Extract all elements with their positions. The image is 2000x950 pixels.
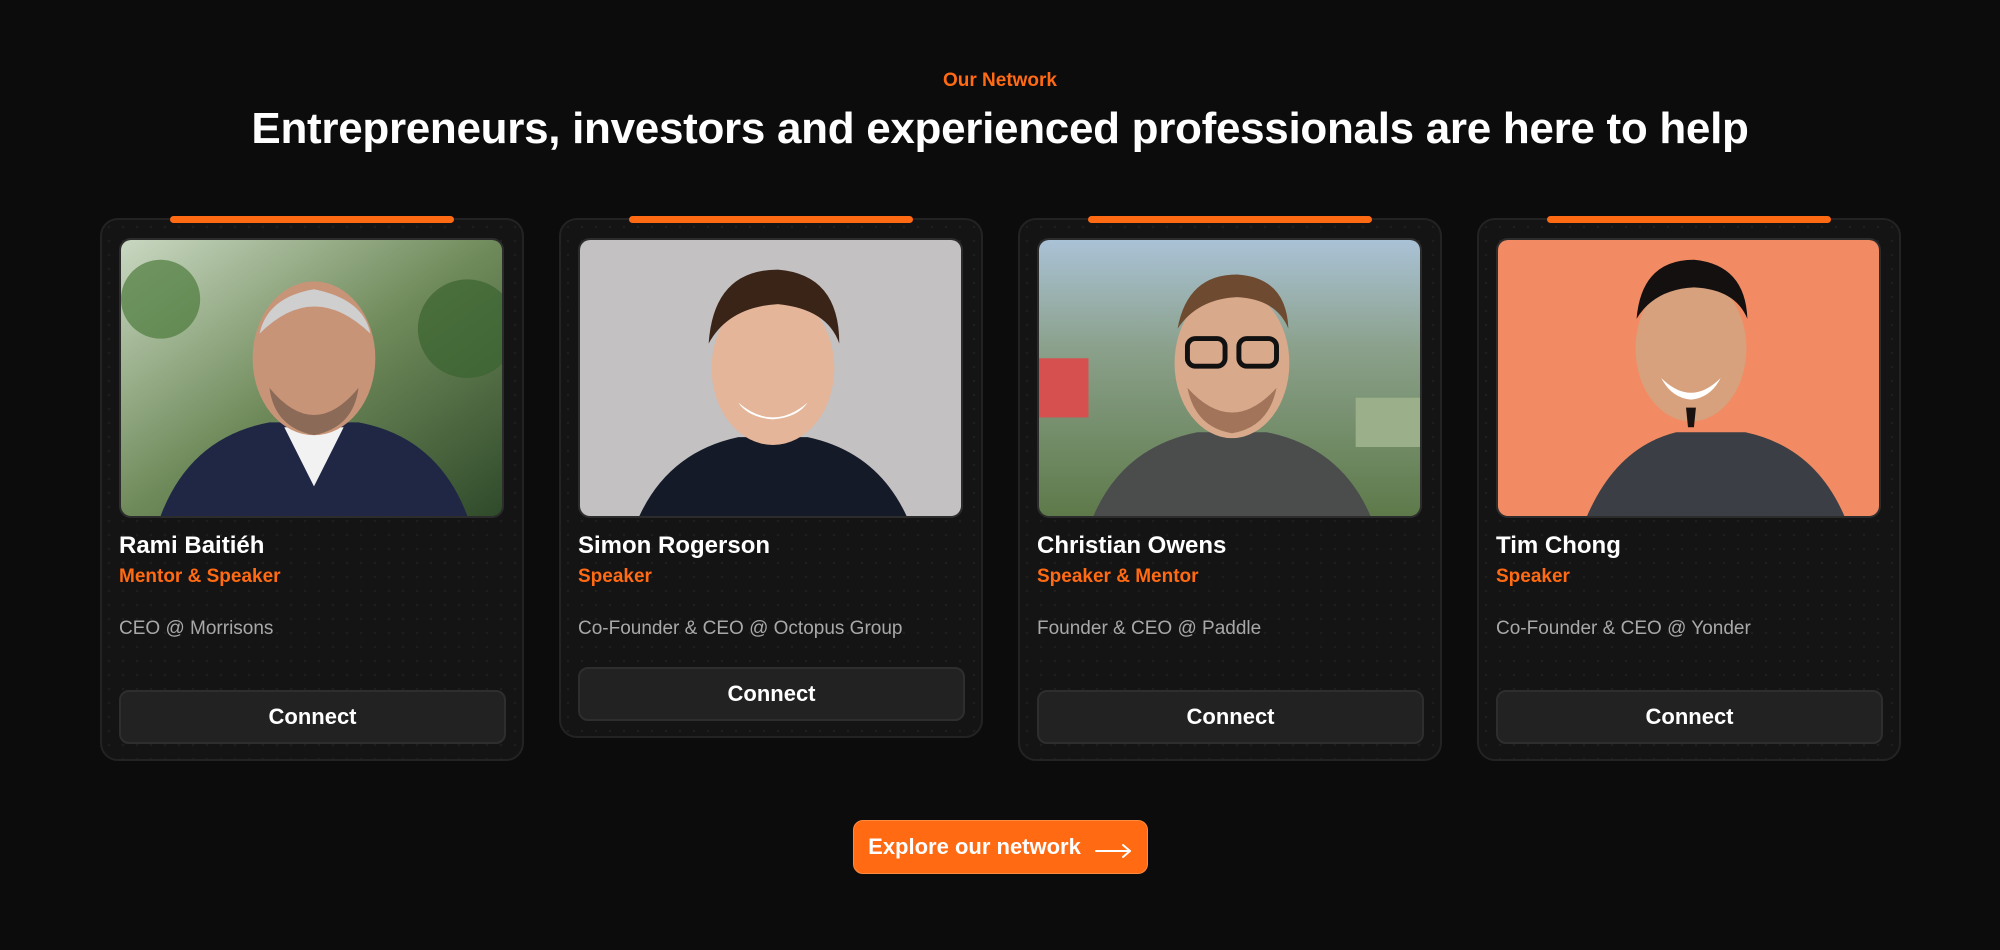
profile-role: Speaker — [578, 566, 652, 587]
profile-photo — [578, 238, 963, 518]
profile-card: Rami Baitiéh Mentor & Speaker CEO @ Morr… — [100, 216, 524, 761]
connect-button[interactable]: Connect — [119, 690, 506, 744]
profile-card: Christian Owens Speaker & Mentor Founder… — [1018, 216, 1442, 761]
network-section: Our Network Entrepreneurs, investors and… — [0, 0, 2000, 950]
profile-company: Co-Founder & CEO @ Octopus Group — [578, 618, 903, 639]
profile-company: CEO @ Morrisons — [119, 618, 274, 639]
profile-name: Simon Rogerson — [578, 532, 771, 559]
explore-network-label: Explore our network — [868, 834, 1081, 859]
profile-photo — [1496, 238, 1881, 518]
profile-card: Simon Rogerson Speaker Co-Founder & CEO … — [559, 216, 983, 738]
profile-photo — [119, 238, 504, 518]
profile-name: Rami Baitiéh — [119, 532, 265, 559]
arrow-right-icon — [1094, 839, 1133, 858]
profile-company: Founder & CEO @ Paddle — [1037, 618, 1262, 639]
card-accent-bar — [1088, 216, 1372, 223]
card-accent-bar — [1547, 216, 1831, 223]
profile-role: Mentor & Speaker — [119, 566, 281, 587]
connect-button[interactable]: Connect — [1496, 690, 1883, 744]
profile-role: Speaker & Mentor — [1037, 566, 1199, 587]
card-accent-bar — [629, 216, 913, 223]
profile-role: Speaker — [1496, 566, 1570, 587]
card-accent-bar — [170, 216, 454, 223]
profile-name: Christian Owens — [1037, 532, 1227, 559]
profile-photo — [1037, 238, 1422, 518]
connect-button[interactable]: Connect — [578, 667, 965, 721]
section-eyebrow: Our Network — [942, 70, 1058, 91]
connect-button[interactable]: Connect — [1037, 690, 1424, 744]
explore-network-button[interactable]: Explore our network — [853, 820, 1148, 874]
profile-name: Tim Chong — [1496, 532, 1621, 559]
section-headline: Entrepreneurs, investors and experienced… — [251, 104, 1749, 153]
profile-card: Tim Chong Speaker Co-Founder & CEO @ Yon… — [1477, 216, 1901, 761]
profile-company: Co-Founder & CEO @ Yonder — [1496, 618, 1751, 639]
